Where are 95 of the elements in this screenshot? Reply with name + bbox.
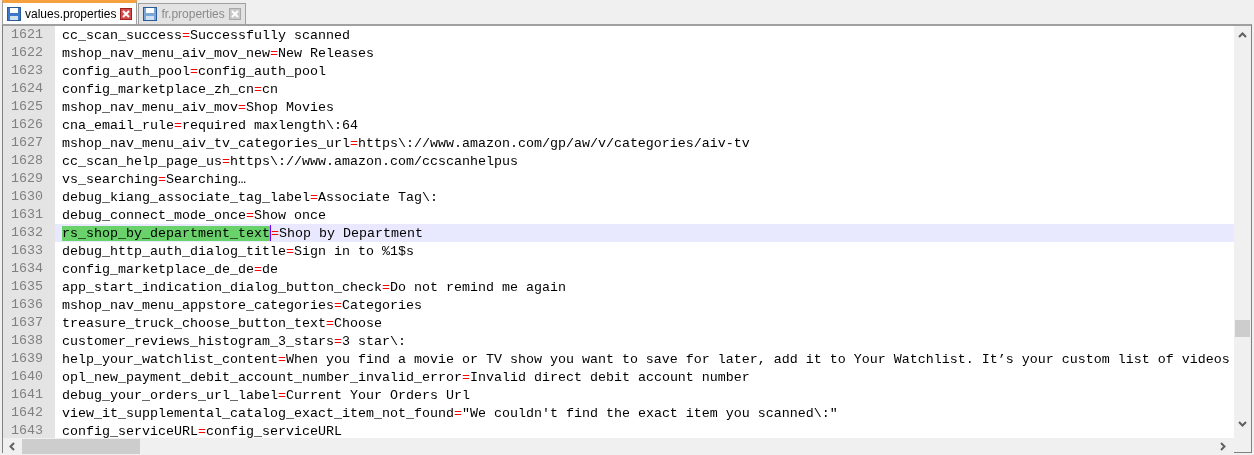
line-number: 1639 [3, 350, 55, 368]
editor-tab[interactable]: values.properties [2, 0, 138, 24]
line-number: 1641 [3, 386, 55, 404]
equals-sign: = [221, 153, 230, 169]
property-value: Invalid direct debit account number [469, 369, 750, 385]
property-key: debug_your_orders_url_label [62, 387, 278, 403]
property-value: Categories [341, 297, 422, 313]
line-number: 1643 [3, 422, 55, 438]
property-value: Shop by Department [278, 225, 423, 241]
property-value: Searching… [166, 171, 246, 187]
property-key: mshop_nav_menu_aiv_mov [62, 99, 238, 115]
line-number: 1622 [3, 44, 55, 62]
property-key: vs_searching [62, 171, 158, 187]
line-number: 1632 [3, 224, 55, 242]
equals-sign: = [453, 405, 462, 421]
equals-sign: = [198, 423, 206, 438]
property-value: New Releases [277, 45, 374, 61]
property-key: view_it_supplemental_catalog_exact_item_not_found [62, 405, 454, 421]
property-value: https\://www.amazon.com/gp/aw/v/categories/aiv-tv [357, 135, 750, 151]
close-icon[interactable] [120, 7, 133, 20]
property-value: Shop Movies [245, 99, 334, 115]
line-number: 1640 [3, 368, 55, 386]
property-key: rs_shop_by_department_text [62, 225, 270, 241]
property-key: customer_reviews_histogram_3_stars [62, 333, 334, 349]
property-key: config_marketplace_zh_cn [62, 81, 254, 97]
equals-sign: = [174, 117, 182, 133]
line-number: 1626 [3, 116, 55, 134]
property-value: config_auth_pool [198, 63, 326, 79]
equals-sign: = [325, 315, 334, 331]
line-number: 1625 [3, 98, 55, 116]
property-value: When you find a movie or TV show you want to save for later, add it to Your Watchlist. It’s your custom list of videos [285, 351, 1230, 367]
line-number: 1638 [3, 332, 55, 350]
property-key: debug_http_auth_dialog_title [62, 243, 286, 259]
property-value: Sign in to %1$s [293, 243, 414, 259]
property-key: mshop_nav_menu_appstore_categories [62, 297, 334, 313]
equals-sign: = [381, 279, 390, 295]
property-value: cn [261, 81, 278, 97]
property-key: cna_email_rule [62, 117, 174, 133]
property-value: Choose [333, 315, 382, 331]
line-number: 1624 [3, 80, 55, 98]
equals-sign: = [269, 45, 278, 61]
property-value: config_serviceURL [206, 423, 342, 438]
property-value: Show once [253, 207, 326, 223]
property-key: cc_scan_success [62, 27, 182, 43]
property-value: Current Your Orders Url [285, 387, 470, 403]
line-number: 1631 [3, 206, 55, 224]
line-number: 1633 [3, 242, 55, 260]
property-key: debug_connect_mode_once [62, 207, 246, 223]
line-number: 1623 [3, 62, 55, 80]
equals-sign: = [285, 243, 294, 259]
property-value: 3 star\: [341, 333, 406, 349]
property-key: treasure_truck_choose_button_text [62, 315, 326, 331]
equals-sign: = [333, 297, 342, 313]
line-number: 1634 [3, 260, 55, 278]
line-number: 1635 [3, 278, 55, 296]
line-number: 1642 [3, 404, 55, 422]
property-key: help_your_watchlist_content [62, 351, 278, 367]
line-number: 1629 [3, 170, 55, 188]
equals-sign: = [245, 207, 254, 223]
line-number: 1627 [3, 134, 55, 152]
property-key: app_start_indication_dialog_button_check [62, 279, 382, 295]
line-number: 1630 [3, 188, 55, 206]
equals-sign: = [309, 189, 318, 205]
line-number: 1636 [3, 296, 55, 314]
property-value: https\://www.amazon.com/ccscanhelpus [229, 153, 518, 169]
equals-sign: = [349, 135, 358, 151]
property-key: config_auth_pool [62, 63, 190, 79]
property-value: Do not remind me again [389, 279, 566, 295]
property-value: Successfully scanned [190, 27, 350, 43]
equals-sign: = [461, 369, 470, 385]
line-number: 1628 [3, 152, 55, 170]
equals-sign: = [253, 81, 262, 97]
property-key: config_serviceURL [62, 423, 198, 438]
text-cursor [269, 225, 271, 241]
property-value: "We couldn't find the exact item you scanned\:" [461, 405, 838, 421]
equals-sign: = [237, 99, 246, 115]
property-key: config_marketplace_de_de [62, 261, 254, 277]
equals-sign: = [182, 27, 190, 43]
equals-sign: = [277, 387, 286, 403]
equals-sign: = [158, 171, 166, 187]
property-key: mshop_nav_menu_aiv_mov_new [62, 45, 270, 61]
property-key: mshop_nav_menu_aiv_tv_categories_url [62, 135, 350, 151]
equals-sign: = [270, 225, 279, 241]
equals-sign: = [190, 63, 198, 79]
property-value: de [261, 261, 278, 277]
line-number: 1621 [3, 26, 55, 44]
equals-sign: = [333, 333, 342, 349]
property-key: debug_kiang_associate_tag_label [62, 189, 310, 205]
line-number: 1637 [3, 314, 55, 332]
property-value: required maxlength\:64 [182, 117, 358, 133]
property-value: Associate Tag\: [317, 189, 438, 205]
property-key: cc_scan_help_page_us [62, 153, 222, 169]
equals-sign: = [277, 351, 286, 367]
equals-sign: = [253, 261, 262, 277]
property-key: opl_new_payment_debit_account_number_invalid_error [62, 369, 462, 385]
